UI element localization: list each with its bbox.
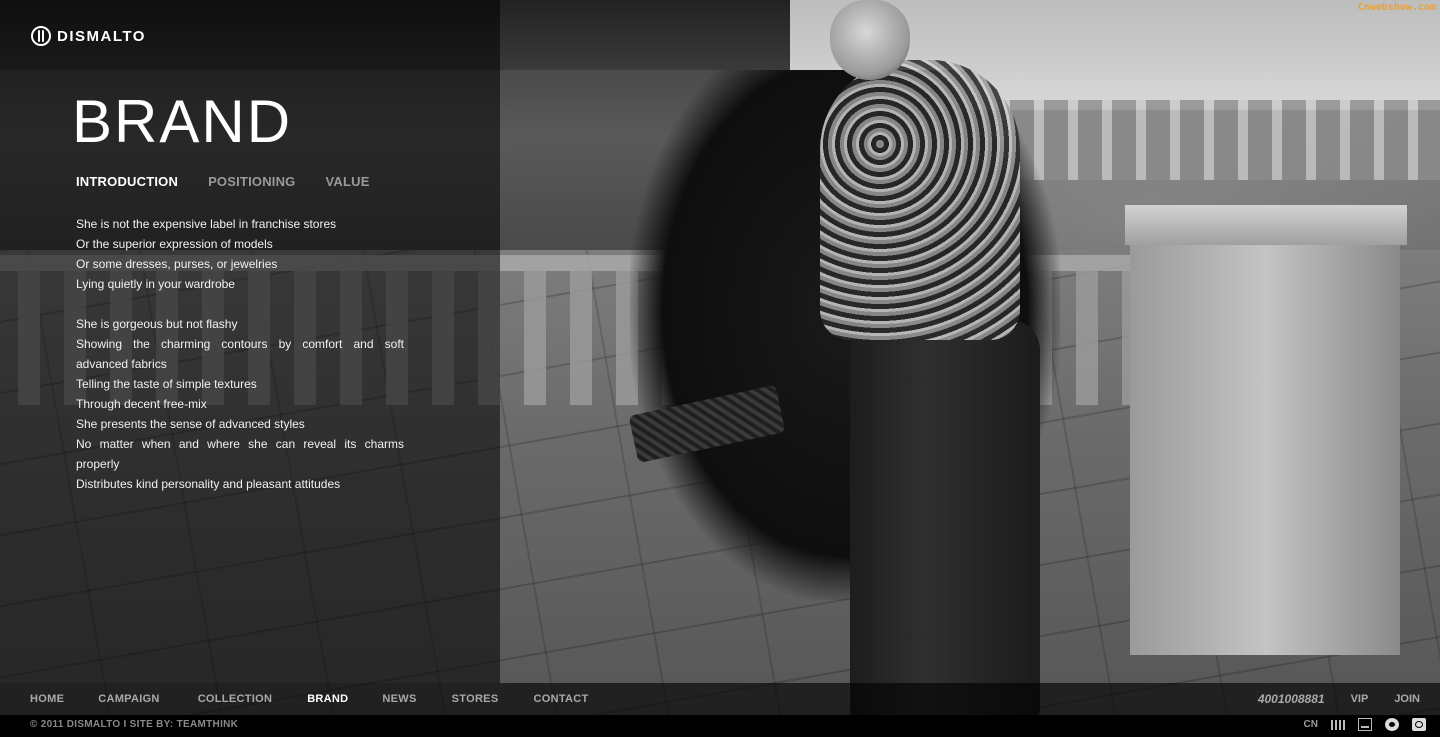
photo-pillar-cap (1125, 205, 1407, 245)
logo-mark-icon (31, 26, 51, 46)
copy-line: Showing the charming contours by comfort… (76, 337, 404, 371)
nav-stores[interactable]: STORES (452, 693, 499, 705)
tab-positioning[interactable]: POSITIONING (208, 174, 295, 189)
nav-campaign[interactable]: CAMPAIGN (98, 693, 159, 705)
copy-line: No matter when and where she can reveal … (76, 437, 404, 471)
copy-line: Or the superior expression of models (76, 237, 273, 251)
copyright: © 2011 DISMALTO I SITE BY: TEAMTHINK (30, 719, 239, 730)
copy-line: She presents the sense of advanced style… (76, 417, 305, 431)
copy-line: Or some dresses, purses, or jewelries (76, 257, 278, 271)
photo-model-legs (850, 320, 1040, 720)
nav-collection[interactable]: COLLECTION (198, 693, 273, 705)
tab-value[interactable]: VALUE (326, 174, 370, 189)
nav-home[interactable]: HOME (30, 693, 64, 705)
footer-icons: CN (1304, 718, 1426, 731)
page-title: BRAND (72, 88, 293, 155)
nav-join[interactable]: JOIN (1394, 693, 1420, 705)
sub-navigation: INTRODUCTION POSITIONING VALUE (76, 174, 370, 189)
page: DISMALTO Cnwebshow.com BRAND INTRODUCTIO… (0, 0, 1440, 737)
copy-line: She is not the expensive label in franch… (76, 217, 337, 231)
footer: © 2011 DISMALTO I SITE BY: TEAMTHINK CN (0, 715, 1440, 737)
nav-news[interactable]: NEWS (382, 693, 416, 705)
photo-model-head (830, 0, 910, 80)
nav-vip[interactable]: VIP (1351, 693, 1369, 705)
copy-line: Telling the taste of simple textures (76, 377, 257, 391)
main-navigation: HOME CAMPAIGN COLLECTION BRAND NEWS STOR… (0, 683, 1440, 715)
logo[interactable]: DISMALTO (31, 26, 146, 46)
copy-line: Through decent free-mix (76, 397, 207, 411)
photo-model-blouse (820, 60, 1020, 340)
weibo-icon[interactable] (1385, 718, 1399, 731)
copy-line: She is gorgeous but not flashy (76, 317, 238, 331)
photo-arcade (1000, 100, 1440, 180)
copy-line: Lying quietly in your wardrobe (76, 277, 235, 291)
hotline-number: 4001008881 (1257, 692, 1325, 706)
nav-brand[interactable]: BRAND (307, 693, 348, 705)
language-switch-cn[interactable]: CN (1304, 719, 1318, 730)
bars-icon[interactable] (1331, 719, 1345, 730)
copy-line: Distributes kind personality and pleasan… (76, 477, 341, 491)
tab-introduction[interactable]: INTRODUCTION (76, 174, 178, 189)
main-nav-links: HOME CAMPAIGN COLLECTION BRAND NEWS STOR… (30, 683, 589, 715)
nav-contact[interactable]: CONTACT (533, 693, 588, 705)
logo-text: DISMALTO (57, 27, 146, 45)
box-icon[interactable] (1358, 718, 1372, 731)
main-nav-right: 4001008881 VIP JOIN (1258, 683, 1420, 715)
chat-icon[interactable] (1412, 718, 1426, 731)
watermark: Cnwebshow.com (1357, 2, 1436, 13)
brand-introduction-text: She is not the expensive label in franch… (76, 214, 404, 494)
photo-pillar (1130, 205, 1400, 655)
